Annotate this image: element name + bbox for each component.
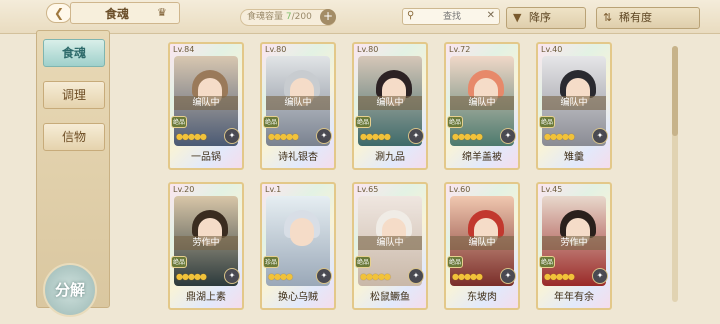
card-level: Lv.45: [541, 185, 563, 194]
star-rating: ●●●●●: [452, 132, 483, 141]
element-icon: ✦: [500, 128, 516, 144]
rarity-badge: 绝品: [447, 116, 463, 128]
card-shiliyinxing[interactable]: Lv.80 编队中 绝品 ●●●●● ✦ 诗礼银杏: [260, 42, 336, 170]
star-rating: ●●●●●: [176, 272, 207, 281]
star-rating: ●●●●●: [176, 132, 207, 141]
card-niannianyouyu[interactable]: Lv.45 劳作中 绝品 ●●●●● ✦ 年年有余: [536, 182, 612, 310]
status-badge: 编队中: [450, 236, 514, 250]
tab-cooking[interactable]: 调理: [43, 81, 105, 109]
star-rating: ●●●●: [268, 272, 293, 281]
sort-by-button[interactable]: ⇅ 稀有度: [596, 7, 700, 29]
crown-icon: ♛: [157, 6, 167, 19]
element-icon: ✦: [592, 268, 608, 284]
card-level: Lv.1: [265, 185, 282, 194]
sort-by-label: 稀有度: [619, 11, 652, 24]
element-icon: ✦: [224, 268, 240, 284]
element-icon: ✦: [316, 128, 332, 144]
back-arrow-icon: ❮: [53, 6, 65, 20]
star-rating: ●●●●●: [360, 272, 391, 281]
page-title: 食魂: [105, 7, 130, 21]
element-icon: ✦: [592, 128, 608, 144]
status-badge: 编队中: [174, 96, 238, 110]
capacity-label: 食魂容量: [247, 12, 284, 22]
status-badge: 编队中: [358, 96, 422, 110]
status-badge: 劳作中: [542, 236, 606, 250]
rarity-badge: 珍品: [263, 256, 279, 268]
card-name: 东坡肉: [467, 292, 497, 303]
star-rating: ●●●●●: [544, 272, 575, 281]
card-level: Lv.65: [357, 185, 379, 194]
card-zhigeng[interactable]: Lv.40 编队中 绝品 ●●●●● ✦ 雉羹: [536, 42, 612, 170]
sort-order-button[interactable]: ▼ 降序: [506, 7, 586, 29]
card-name: 雉羹: [564, 152, 584, 163]
card-shuanjiupin[interactable]: Lv.80 编队中 绝品 ●●●●● ✦ 涮九品: [352, 42, 428, 170]
title-bar: 食魂 ♛: [70, 2, 180, 24]
rarity-badge: 绝品: [539, 116, 555, 128]
capacity-max: /200: [291, 12, 312, 22]
plus-icon: +: [322, 9, 334, 23]
rarity-badge: 绝品: [263, 116, 279, 128]
card-level: Lv.72: [449, 45, 471, 54]
card-name: 一品锅: [191, 152, 221, 163]
search-icon: ⚲: [407, 10, 415, 21]
decompose-button[interactable]: 分解: [43, 263, 97, 317]
back-button[interactable]: ❮: [46, 3, 72, 23]
scrollbar[interactable]: [672, 46, 678, 302]
star-rating: ●●●●●: [452, 272, 483, 281]
chevron-down-icon: ▼: [513, 11, 522, 24]
element-icon: ✦: [316, 268, 332, 284]
card-name: 换心乌贼: [278, 292, 318, 303]
search-box[interactable]: ⚲ ✕: [402, 8, 500, 25]
card-songshuguiyu[interactable]: Lv.65 编队中 绝品 ●●●●● ✦ 松鼠鳜鱼: [352, 182, 428, 310]
tab-tokens[interactable]: 信物: [43, 123, 105, 151]
top-bar: ❮ 食魂 ♛ 食魂容量 7/200 + ⚲ ✕ ▼ 降序 ⇅ 稀有度: [0, 0, 720, 34]
star-rating: ●●●●●: [360, 132, 391, 141]
card-level: Lv.60: [449, 185, 471, 194]
rarity-badge: 绝品: [447, 256, 463, 268]
sort-arrows-icon: ⇅: [603, 11, 613, 24]
card-name: 年年有余: [554, 292, 594, 303]
rarity-badge: 绝品: [355, 256, 371, 268]
element-icon: ✦: [408, 268, 424, 284]
rarity-badge: 绝品: [171, 116, 187, 128]
card-name: 绵羊盖被: [462, 152, 502, 163]
card-dongporou[interactable]: Lv.60 编队中 绝品 ●●●●● ✦ 东坡肉: [444, 182, 520, 310]
card-level: Lv.84: [173, 45, 195, 54]
star-rating: ●●●●●: [544, 132, 575, 141]
rarity-badge: 绝品: [355, 116, 371, 128]
card-level: Lv.20: [173, 185, 195, 194]
add-capacity-button[interactable]: +: [320, 9, 336, 25]
card-name: 鼎湖上素: [186, 292, 226, 303]
status-badge: 编队中: [542, 96, 606, 110]
element-icon: ✦: [224, 128, 240, 144]
scrollbar-thumb[interactable]: [672, 46, 678, 136]
card-level: Lv.80: [357, 45, 379, 54]
card-yipinguo[interactable]: Lv.84 编队中 绝品 ●●●●● ✦ 一品锅: [168, 42, 244, 170]
star-rating: ●●●●●: [268, 132, 299, 141]
card-name: 诗礼银杏: [278, 152, 318, 163]
face: [290, 218, 314, 246]
card-mianyanggaibei[interactable]: Lv.72 编队中 绝品 ●●●●● ✦ 绵羊盖被: [444, 42, 520, 170]
rarity-badge: 绝品: [171, 256, 187, 268]
element-icon: ✦: [500, 268, 516, 284]
status-badge: 编队中: [450, 96, 514, 110]
tab-food-soul[interactable]: 食魂: [43, 39, 105, 67]
card-dinghushangsu[interactable]: Lv.20 劳作中 绝品 ●●●●● ✦ 鼎湖上素: [168, 182, 244, 310]
status-badge: 劳作中: [174, 236, 238, 250]
card-name: 松鼠鳜鱼: [370, 292, 410, 303]
search-input[interactable]: [419, 10, 485, 24]
status-badge: 编队中: [266, 96, 330, 110]
card-huanxinwuzei[interactable]: Lv.1 珍品 ●●●● ✦ 换心乌贼: [260, 182, 336, 310]
sort-order-label: 降序: [529, 11, 551, 24]
clear-icon[interactable]: ✕: [487, 10, 495, 21]
element-icon: ✦: [408, 128, 424, 144]
rarity-badge: 绝品: [539, 256, 555, 268]
card-level: Lv.40: [541, 45, 563, 54]
card-grid: Lv.84 编队中 绝品 ●●●●● ✦ 一品锅 Lv.80 编队中 绝品 ●●…: [120, 34, 680, 324]
card-level: Lv.80: [265, 45, 287, 54]
card-name: 涮九品: [375, 152, 405, 163]
sidebar: 食魂 调理 信物 分解: [36, 30, 110, 317]
status-badge: 编队中: [358, 236, 422, 250]
